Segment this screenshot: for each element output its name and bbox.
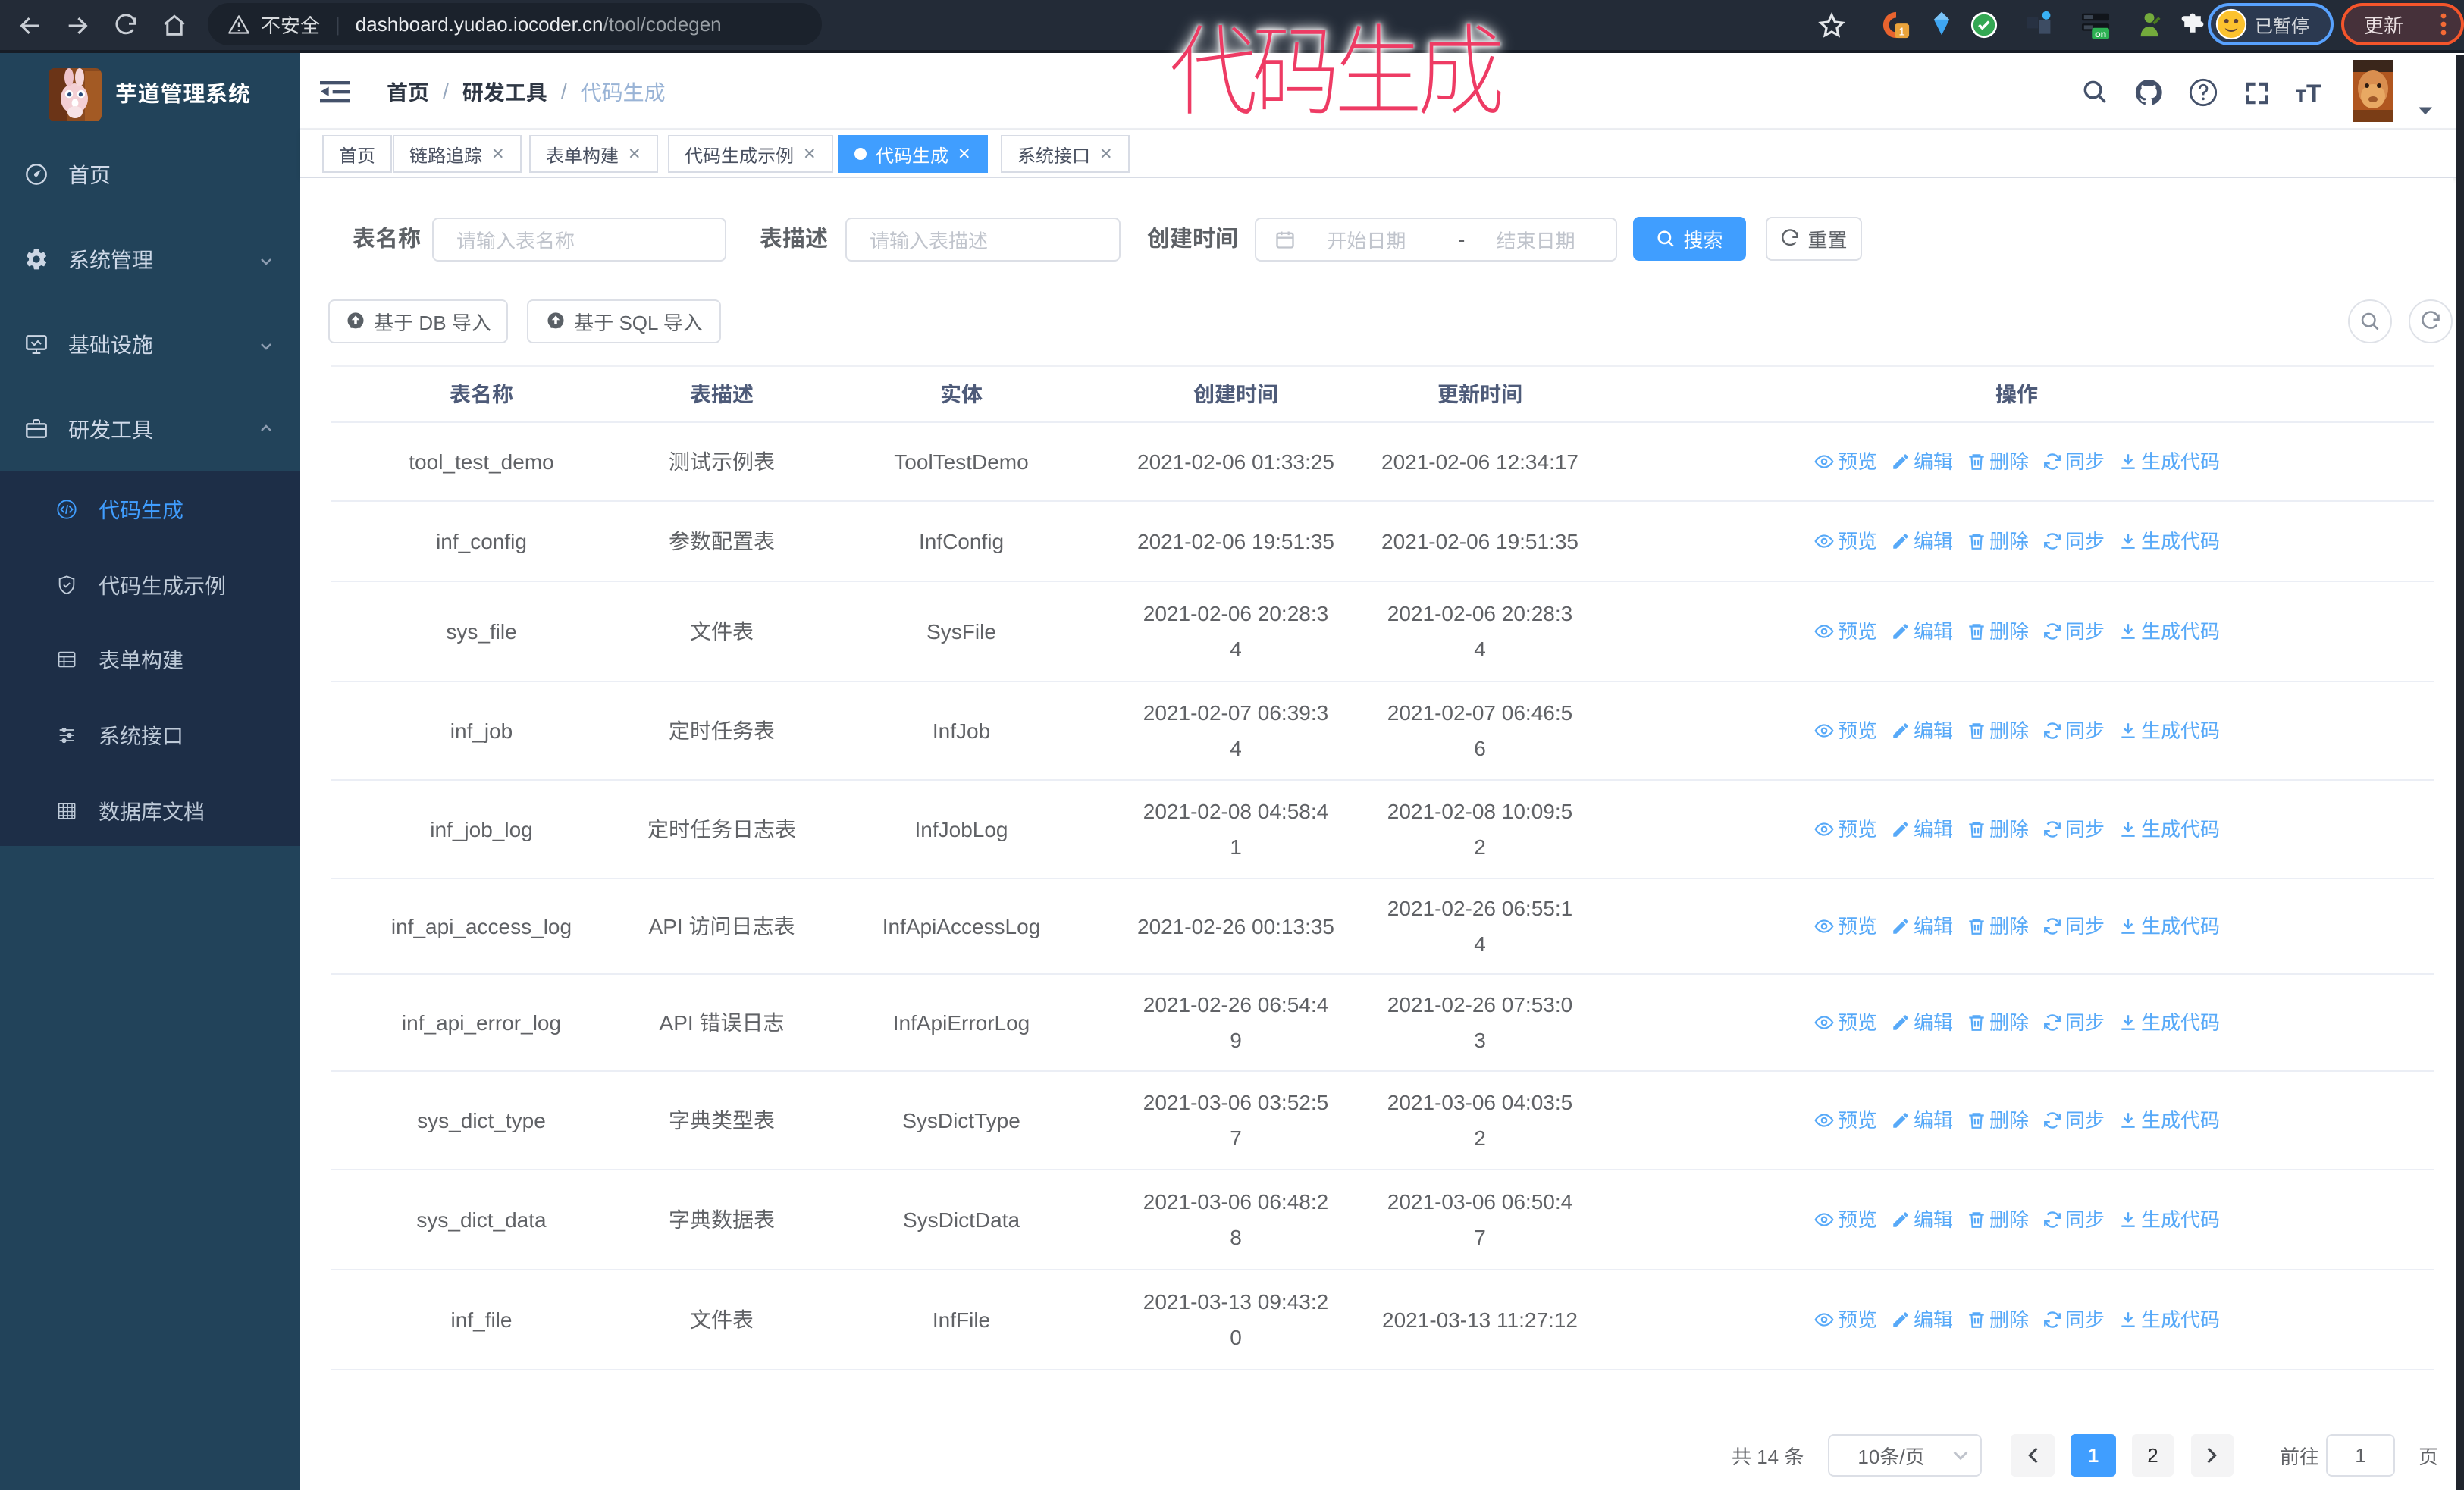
svg-text:1: 1 bbox=[1898, 25, 1904, 38]
svg-text:T: T bbox=[2306, 80, 2321, 108]
svg-text:T: T bbox=[2296, 86, 2306, 106]
svg-text:on: on bbox=[2095, 29, 2106, 39]
